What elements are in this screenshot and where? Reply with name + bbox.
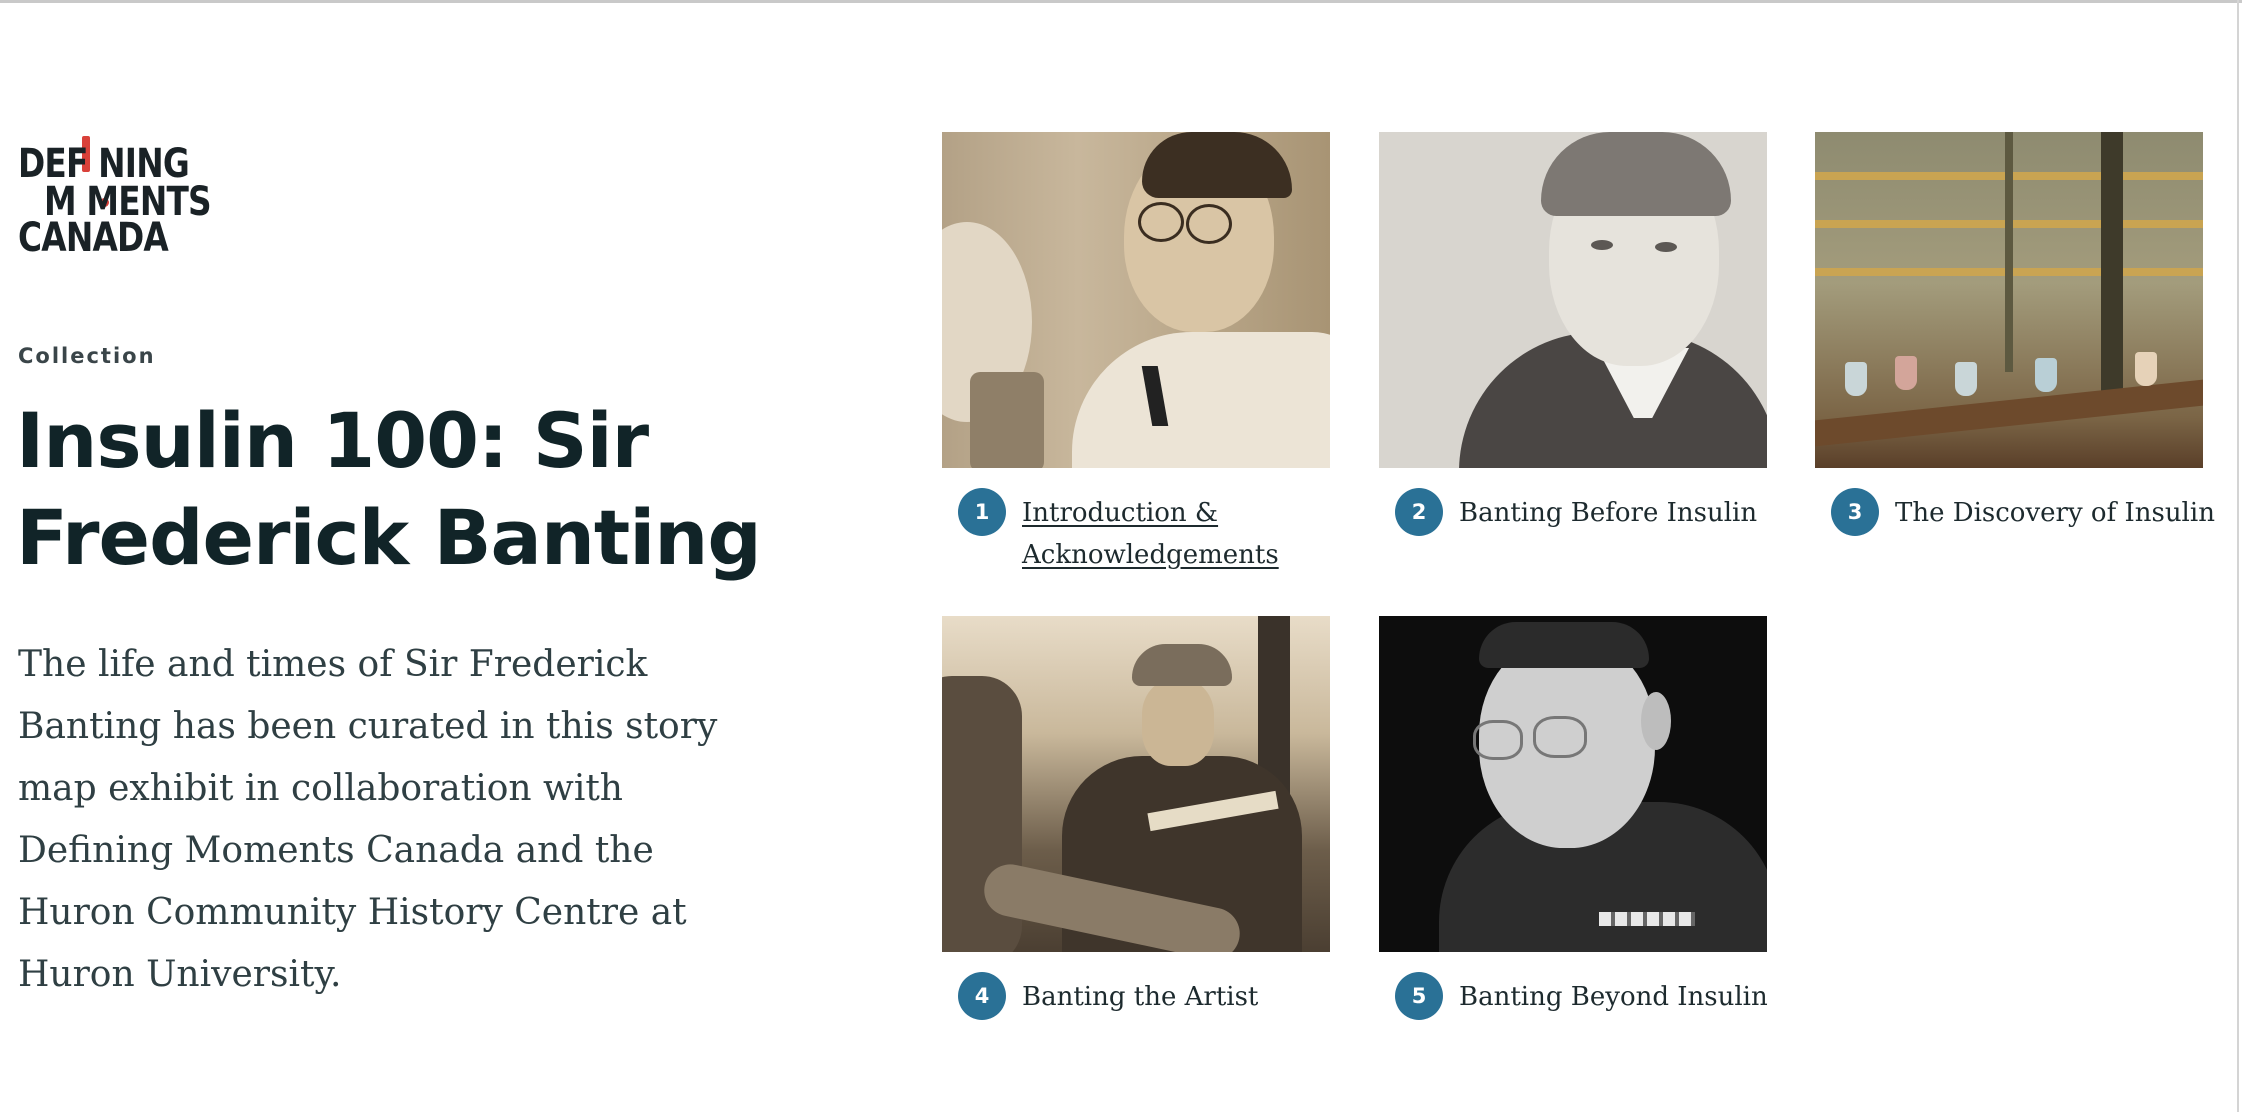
story-number-badge: 3 — [1831, 488, 1879, 536]
story-link-beyond-insulin[interactable]: Banting Beyond Insulin — [1459, 976, 1789, 1018]
story-number-badge: 2 — [1395, 488, 1443, 536]
story-thumbnail-3[interactable] — [1815, 132, 2203, 468]
collection-eyebrow: Collection — [18, 344, 156, 368]
story-thumbnail-4[interactable] — [942, 616, 1330, 952]
story-thumbnail-5[interactable] — [1379, 616, 1767, 952]
story-card-3[interactable]: 3 The Discovery of Insulin — [1815, 132, 2215, 538]
story-card-1[interactable]: 1 Introduction & Acknowledgements — [942, 132, 1330, 570]
story-thumbnail-1[interactable] — [942, 132, 1330, 468]
logo-line-1: DEF NING — [18, 141, 190, 187]
logo-line-3: CANADA — [18, 215, 169, 261]
collection-description: The life and times of Sir Frederick Bant… — [18, 644, 718, 995]
story-number-badge: 1 — [958, 488, 1006, 536]
story-link-discovery[interactable]: The Discovery of Insulin — [1895, 492, 2225, 534]
story-link-artist[interactable]: Banting the Artist — [1022, 976, 1352, 1018]
story-link-before-insulin[interactable]: Banting Before Insulin — [1459, 492, 1789, 534]
top-border — [0, 0, 2242, 3]
story-card-5[interactable]: 5 Banting Beyond Insulin — [1379, 616, 1768, 1022]
story-card-2[interactable]: 2 Banting Before Insulin — [1379, 132, 1767, 538]
scrollbar-edge — [2237, 0, 2239, 1112]
story-card-4[interactable]: 4 Banting the Artist — [942, 616, 1330, 1022]
story-thumbnail-2[interactable] — [1379, 132, 1767, 468]
story-number-badge: 4 — [958, 972, 1006, 1020]
defining-moments-logo[interactable]: DEF NING M MENTS CANADA — [18, 136, 218, 260]
page-title: Insulin 100: Sir Frederick Banting — [16, 396, 762, 582]
story-link-introduction[interactable]: Introduction & Acknowledgements — [1022, 492, 1312, 576]
story-number-badge: 5 — [1395, 972, 1443, 1020]
